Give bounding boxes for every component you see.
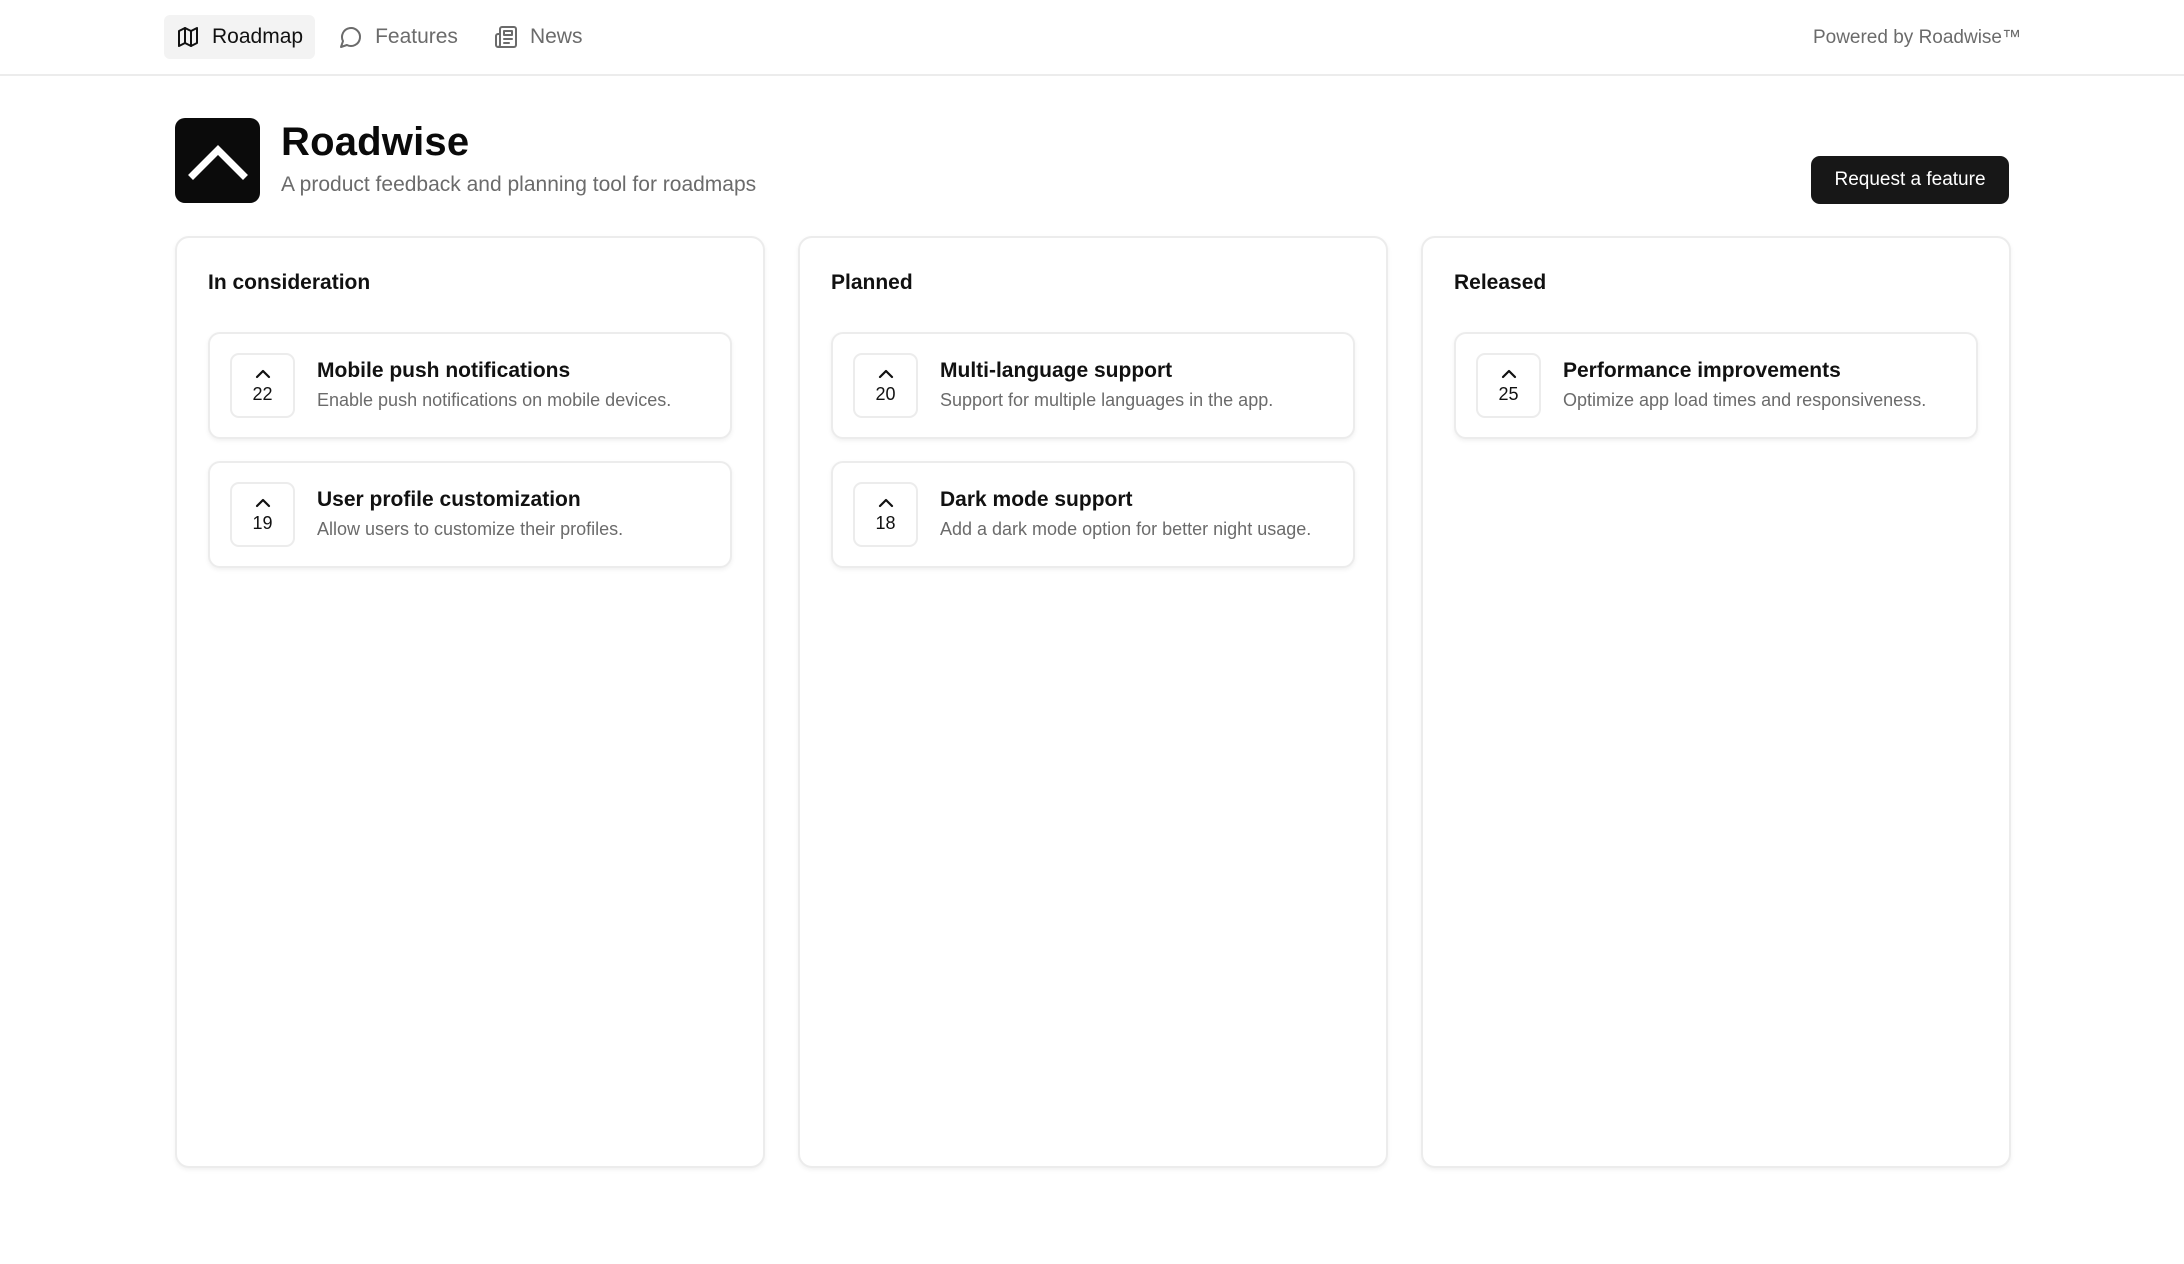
column-title: Released (1454, 271, 1547, 294)
card-title: Multi-language support (940, 359, 1173, 382)
card-body: Mobile push notifications Enable push no… (317, 353, 671, 418)
vote-count: 25 (1498, 383, 1519, 404)
top-navigation-bar: Roadmap Features News Powered by Roadwis… (0, 0, 2184, 76)
card-list: 25 Performance improvements Optimize app… (1454, 332, 1978, 439)
vote-count: 20 (875, 383, 896, 404)
card-title: Performance improvements (1563, 359, 1841, 382)
upvote-button[interactable]: 19 (230, 482, 295, 547)
card-title: User profile customization (317, 488, 581, 511)
nav-item-label: Features (375, 25, 458, 48)
feature-card[interactable]: 22 Mobile push notifications Enable push… (208, 332, 732, 439)
card-list: 20 Multi-language support Support for mu… (831, 332, 1355, 568)
upvote-button[interactable]: 22 (230, 353, 295, 418)
nav-item-features[interactable]: Features (327, 15, 470, 59)
card-description: Optimize app load times and responsivene… (1563, 390, 1927, 410)
upvote-button[interactable]: 18 (853, 482, 918, 547)
feature-card[interactable]: 19 User profile customization Allow user… (208, 461, 732, 568)
nav-item-news[interactable]: News (482, 15, 595, 59)
column-in-consideration: In consideration 22 Mobile push notifica… (175, 236, 765, 1168)
card-body: User profile customization Allow users t… (317, 482, 623, 547)
chevron-up-icon (878, 369, 893, 378)
card-title: Dark mode support (940, 488, 1133, 511)
vote-count: 19 (252, 512, 273, 533)
card-body: Dark mode support Add a dark mode option… (940, 482, 1311, 547)
powered-by-link[interactable]: Powered by Roadwise™ (1813, 27, 2021, 49)
card-title: Mobile push notifications (317, 359, 571, 382)
card-description: Support for multiple languages in the ap… (940, 390, 1274, 410)
vote-count: 22 (252, 383, 273, 404)
feature-card[interactable]: 18 Dark mode support Add a dark mode opt… (831, 461, 1355, 568)
nav-item-label: News (529, 25, 583, 48)
card-description: Allow users to customize their profiles. (317, 519, 624, 539)
chevron-up-icon (878, 498, 893, 507)
card-description: Enable push notifications on mobile devi… (317, 390, 672, 410)
card-list: 22 Mobile push notifications Enable push… (208, 332, 732, 568)
request-feature-button[interactable]: Request a feature (1811, 156, 2009, 204)
page-subtitle: A product feedback and planning tool for… (281, 173, 757, 196)
chevron-up-icon (255, 369, 270, 378)
map-icon (178, 27, 198, 47)
feature-card[interactable]: 25 Performance improvements Optimize app… (1454, 332, 1978, 439)
card-body: Multi-language support Support for multi… (940, 353, 1273, 418)
column-released: Released 25 Performance improvements Opt… (1421, 236, 2011, 1168)
vote-count: 18 (875, 512, 896, 533)
message-circle-icon (340, 27, 362, 48)
chevron-up-icon (255, 498, 270, 507)
upvote-button[interactable]: 20 (853, 353, 918, 418)
app-logo (175, 118, 260, 203)
nav-item-roadmap[interactable]: Roadmap (164, 15, 316, 59)
roadmap-board: In consideration 22 Mobile push notifica… (175, 236, 2011, 1168)
card-description: Add a dark mode option for better night … (940, 519, 1312, 539)
upvote-button[interactable]: 25 (1476, 353, 1541, 418)
column-title: In consideration (208, 271, 371, 294)
feature-card[interactable]: 20 Multi-language support Support for mu… (831, 332, 1355, 439)
card-body: Performance improvements Optimize app lo… (1563, 353, 1926, 418)
column-planned: Planned 20 Multi-language support Suppor… (798, 236, 1388, 1168)
newspaper-icon (494, 26, 517, 48)
chevron-up-icon (1501, 369, 1516, 378)
nav-item-label: Roadmap (212, 25, 304, 48)
chevron-up-icon (187, 144, 248, 180)
column-title: Planned (831, 271, 913, 294)
page-title: Roadwise (281, 120, 470, 164)
main-nav: Roadmap Features News (164, 15, 594, 59)
